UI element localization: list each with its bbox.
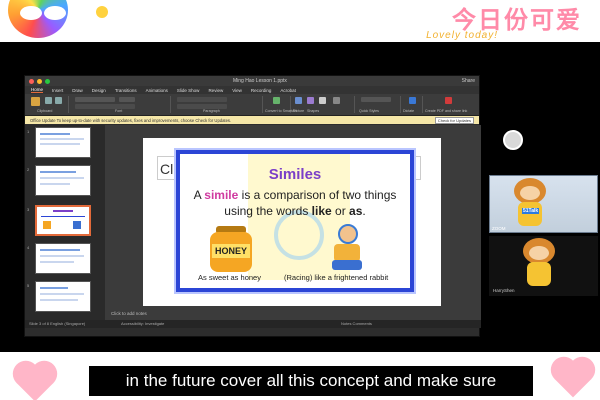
ribbon-group-clipboard[interactable]: Clipboard: [27, 96, 69, 113]
slide-thumbnail[interactable]: [35, 281, 91, 312]
copy-icon: [55, 97, 62, 104]
lesson-definition-line2: using the words like or as.: [224, 204, 366, 218]
font-name-select[interactable]: [75, 97, 115, 102]
tab-transitions[interactable]: Transitions: [115, 88, 137, 93]
slide-thumbnail[interactable]: [35, 127, 91, 158]
ribbon-group-styles[interactable]: Quick Styles: [357, 96, 401, 113]
tab-home[interactable]: Home: [31, 87, 44, 93]
window-title: Ming Hao Lesson 1.pptx: [233, 78, 287, 84]
sticker-headline-en: Lovely today!: [426, 30, 498, 41]
list-buttons[interactable]: [177, 97, 227, 102]
lesson-heading: Similes: [268, 166, 322, 183]
cut-icon: [45, 97, 52, 104]
ribbon-group-dictate[interactable]: Dictate: [403, 96, 423, 113]
video-tile-name: HarryShen: [493, 288, 515, 293]
ribbon-group-smartart[interactable]: Convert to SmartArt: [265, 96, 297, 113]
highlight-word: simile: [204, 188, 239, 202]
text-box-icon: [319, 97, 326, 104]
tab-view[interactable]: View: [232, 88, 242, 93]
honey-jar-image: HONEY: [210, 226, 252, 272]
heart-decoration: [554, 360, 592, 398]
view-controls[interactable]: Notes Comments: [341, 321, 372, 326]
tab-draw[interactable]: Draw: [72, 88, 83, 93]
picture-icon: [295, 97, 302, 104]
slide-thumbnail[interactable]: [35, 165, 91, 196]
sun-decoration: [96, 6, 108, 18]
running-boy-image: [328, 224, 366, 272]
close-window-button[interactable]: [29, 78, 34, 84]
cloud-decoration: [20, 6, 42, 20]
ribbon-group-font[interactable]: Font: [71, 96, 171, 113]
check-for-updates-button[interactable]: Check for Updates: [434, 116, 474, 124]
heart-decoration: [16, 364, 54, 400]
shape-fill-select[interactable]: [361, 97, 391, 102]
caption-rabbit: (Racing) like a frightened rabbit: [284, 273, 389, 282]
slide-thumbnail[interactable]: [35, 243, 91, 274]
accessibility-status[interactable]: Accessibility: Investigate: [121, 321, 164, 326]
notes-pane[interactable]: Click to add notes: [105, 311, 481, 320]
arrange-icon: [333, 97, 340, 104]
slide-title-text: Cl: [160, 161, 174, 177]
ribbon-toolbar: Clipboard Font Paragraph Convert to Smar…: [25, 94, 479, 116]
tab-slide-show[interactable]: Slide Show: [177, 88, 200, 93]
caption-honey: As sweet as honey: [198, 273, 261, 282]
cloud-decoration: [44, 6, 66, 20]
lesson-definition-line1: A simile is a comparison of two things: [193, 188, 397, 202]
notes-placeholder: Click to add notes: [111, 311, 147, 316]
title-bar: Ming Hao Lesson 1.pptx Share: [25, 76, 479, 86]
video-tile-teacher[interactable]: 51Talk ZOOM: [489, 175, 598, 233]
create-pdf-icon: [445, 97, 452, 104]
font-style-buttons[interactable]: [75, 104, 135, 109]
tab-acrobat[interactable]: Acrobat: [280, 88, 296, 93]
tab-insert[interactable]: Insert: [52, 88, 63, 93]
microphone-icon: [409, 97, 416, 104]
update-message: Office Update To keep up-to-date with se…: [30, 117, 232, 123]
share-button[interactable]: Share: [462, 78, 475, 84]
status-bar: Slide 3 of 8 English (Singapore) Accessi…: [25, 320, 481, 328]
minimize-window-button[interactable]: [37, 78, 42, 84]
tab-design[interactable]: Design: [92, 88, 106, 93]
paste-icon: [31, 97, 40, 106]
ribbon-group-acrobat[interactable]: Create PDF and share link: [425, 96, 477, 113]
honey-label: HONEY: [212, 244, 250, 258]
video-tile-name: ZOOM: [492, 226, 506, 231]
slide-counter: Slide 3 of 8 English (Singapore): [29, 321, 86, 326]
tab-review[interactable]: Review: [208, 88, 223, 93]
lesson-card: Similes A simile is a comparison of two …: [176, 150, 414, 292]
subtitle-caption: in the future cover all this concept and…: [89, 366, 533, 396]
tab-animations[interactable]: Animations: [146, 88, 168, 93]
tab-recording[interactable]: Recording: [251, 88, 272, 93]
font-size-select[interactable]: [119, 97, 135, 102]
shapes-icon: [307, 97, 314, 104]
slide-thumbnail-pane[interactable]: 1 2 3 4 5: [25, 125, 105, 328]
ribbon-tabs: Home Insert Draw Design Transitions Anim…: [25, 86, 479, 94]
ribbon-group-insert[interactable]: Picture Shapes: [293, 96, 355, 113]
office-update-bar: Office Update To keep up-to-date with se…: [25, 116, 479, 124]
self-view-avatar[interactable]: [503, 130, 523, 150]
mascot-sticker: [519, 238, 559, 288]
ribbon-group-paragraph[interactable]: Paragraph: [173, 96, 263, 113]
video-tile-student[interactable]: HarryShen: [489, 236, 598, 296]
top-decoration-band: 今日份可爱 Lovely today!: [0, 0, 600, 42]
zoom-window-button[interactable]: [45, 78, 50, 84]
slide-thumbnail-active[interactable]: [35, 205, 91, 236]
mascot-sticker: 51Talk: [510, 178, 550, 228]
smartart-icon: [273, 97, 280, 104]
